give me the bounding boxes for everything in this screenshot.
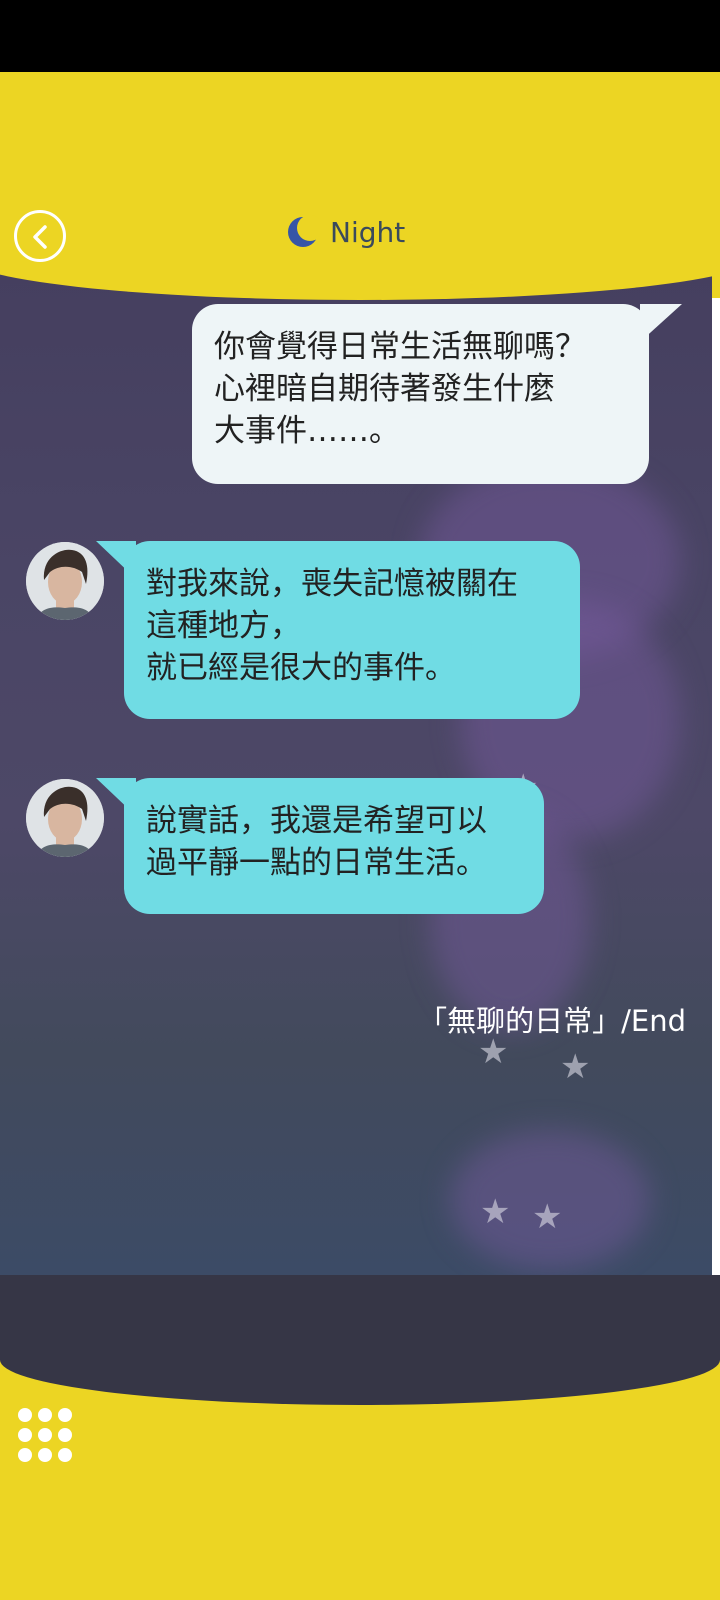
back-button[interactable] (14, 210, 66, 262)
header (0, 72, 720, 302)
star-icon: ★ (560, 1047, 591, 1087)
ending-label: 「無聊的日常」/End (418, 1004, 686, 1038)
grid-menu-icon (16, 1406, 74, 1464)
star-icon: ★ (478, 1032, 509, 1072)
page-title: Night (286, 212, 405, 252)
message-bubble-me[interactable]: 你會覺得日常生活無聊嗎？ 心裡暗自期待著發生什麼 大事件……。 (192, 304, 649, 484)
back-arrow-icon (33, 225, 47, 249)
character-portrait-icon (26, 779, 104, 857)
title-label: Night (330, 215, 406, 249)
avatar[interactable] (26, 542, 104, 620)
scroll-edge (712, 298, 720, 1275)
message-bubble-other[interactable]: 說實話，我還是希望可以 過平靜一點的日常生活。 (124, 778, 544, 914)
star-icon: ★ (532, 1197, 563, 1237)
message-bubble-other[interactable]: 對我來說，喪失記憶被關在 這種地方， 就已經是很大的事件。 (124, 541, 580, 719)
character-portrait-icon (26, 542, 104, 620)
menu-button[interactable] (16, 1406, 74, 1464)
bottom-band (0, 1275, 720, 1405)
star-icon: ★ (480, 1192, 511, 1232)
bubble-tail (640, 304, 682, 342)
avatar[interactable] (26, 779, 104, 857)
moon-icon (288, 215, 320, 247)
status-bar (0, 0, 720, 72)
